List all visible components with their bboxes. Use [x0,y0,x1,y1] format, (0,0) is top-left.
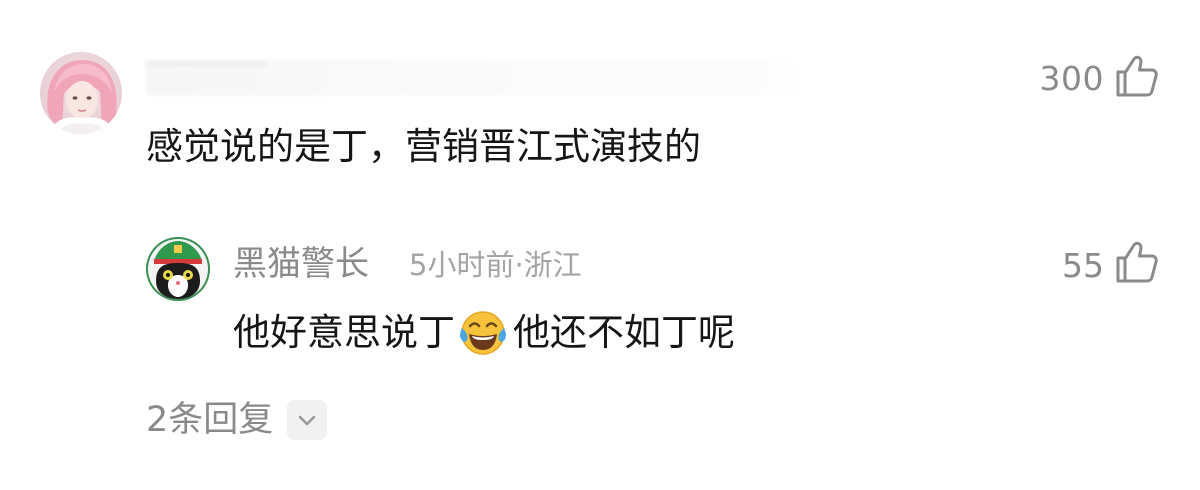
reply-author-name[interactable]: 黑猫警长 [233,244,369,284]
thumbs-up-icon[interactable] [1114,239,1160,285]
thumbs-up-icon[interactable] [1114,53,1160,99]
reply-avatar[interactable] [146,237,210,301]
like-count: 300 [1039,59,1104,98]
chevron-down-icon[interactable] [287,400,328,440]
laughing-tears-emoji-icon [457,308,509,358]
comment-thread: 300 感觉说的是丁，营销晋江式演技的 黑猫警长 5小时前·浙江 55 他好意思… [0,0,1200,490]
reply-like-count: 55 [1062,246,1104,285]
expand-replies-button[interactable]: 2条回复 [146,398,328,442]
comment-text: 感觉说的是丁，营销晋江式演技的 [146,125,701,168]
username-blurred [146,60,796,96]
reply-timestamp-location: 5小时前·浙江 [409,248,582,282]
reply-text: 他好意思说丁 他还不如丁呢 [233,308,735,358]
avatar[interactable] [40,52,122,134]
reply-text-after-emoji: 他还不如丁呢 [513,311,735,354]
reply-text-before-emoji: 他好意思说丁 [233,311,455,354]
replies-count-label: 2条回复 [146,400,274,440]
